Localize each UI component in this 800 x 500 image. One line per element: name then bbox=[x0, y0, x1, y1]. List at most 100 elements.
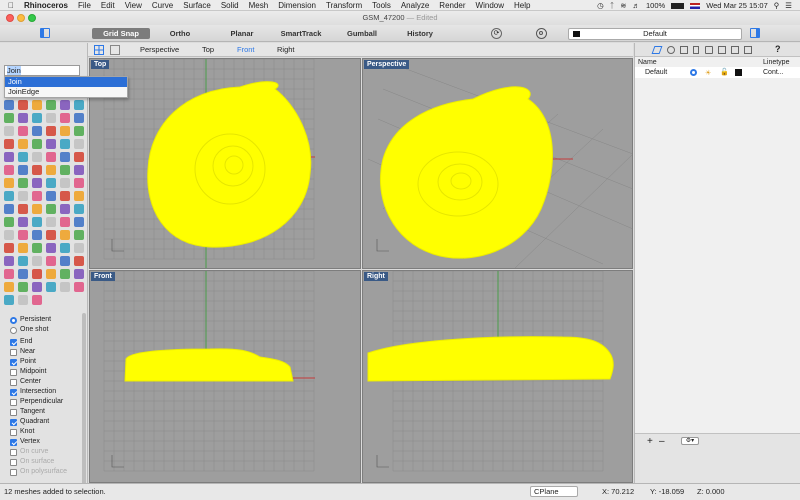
notification-center-icon[interactable]: ☰ bbox=[785, 1, 792, 10]
tool-button-icon[interactable] bbox=[60, 256, 70, 266]
viewport-top[interactable]: Top bbox=[89, 58, 361, 269]
tool-button-icon[interactable] bbox=[32, 126, 42, 136]
tool-button-icon[interactable] bbox=[4, 295, 14, 305]
display-icon[interactable] bbox=[718, 46, 726, 54]
remove-layer-button[interactable]: – bbox=[659, 436, 665, 447]
toggle-right-sidebar-icon[interactable] bbox=[750, 28, 760, 38]
tool-button-icon[interactable] bbox=[74, 217, 84, 227]
tool-button-icon[interactable] bbox=[18, 243, 28, 253]
osnap-point[interactable]: Point bbox=[10, 357, 36, 367]
tool-button-icon[interactable] bbox=[32, 113, 42, 123]
tool-button-icon[interactable] bbox=[46, 100, 56, 110]
viewport-perspective[interactable]: Perspective bbox=[362, 58, 633, 269]
tool-button-icon[interactable] bbox=[32, 256, 42, 266]
viewport-label-top[interactable]: Top bbox=[91, 60, 110, 69]
osnap-checkbox[interactable] bbox=[10, 448, 17, 456]
tool-button-icon[interactable] bbox=[46, 152, 56, 162]
tool-button-icon[interactable] bbox=[4, 139, 14, 149]
tool-button-icon[interactable] bbox=[60, 100, 70, 110]
camera-icon[interactable] bbox=[705, 46, 713, 54]
tool-button-icon[interactable] bbox=[32, 217, 42, 227]
tool-button-icon[interactable] bbox=[32, 230, 42, 240]
current-layer-radio-icon[interactable] bbox=[690, 69, 697, 76]
menu-curve[interactable]: Curve bbox=[152, 1, 173, 10]
osnap-persistent[interactable]: Persistent bbox=[10, 315, 51, 325]
osnap-scrollbar[interactable] bbox=[82, 313, 86, 493]
tool-button-icon[interactable] bbox=[46, 178, 56, 188]
target-icon[interactable] bbox=[536, 28, 547, 39]
viewport-label-right[interactable]: Right bbox=[364, 272, 388, 281]
tool-button-icon[interactable] bbox=[32, 152, 42, 162]
tool-button-icon[interactable] bbox=[46, 217, 56, 227]
command-input[interactable]: Join bbox=[4, 65, 80, 76]
layer-row-default[interactable]: Default ☀ 🔓 Cont... bbox=[635, 67, 800, 78]
tool-button-icon[interactable] bbox=[18, 217, 28, 227]
objects-icon[interactable] bbox=[667, 46, 675, 54]
app-menu[interactable]: Rhinoceros bbox=[24, 1, 68, 10]
tool-button-icon[interactable] bbox=[32, 100, 42, 110]
menu-analyze[interactable]: Analyze bbox=[401, 1, 429, 10]
tool-button-icon[interactable] bbox=[18, 295, 28, 305]
current-layer-selector[interactable]: Default bbox=[568, 28, 742, 40]
tool-button-icon[interactable] bbox=[32, 204, 42, 214]
tool-button-icon[interactable] bbox=[74, 282, 84, 292]
menu-help[interactable]: Help bbox=[514, 1, 530, 10]
tool-button-icon[interactable] bbox=[4, 256, 14, 266]
zoom-window-button[interactable] bbox=[28, 14, 36, 22]
lightbulb-icon[interactable]: ☀ bbox=[705, 68, 711, 79]
layer-color-icon[interactable] bbox=[735, 69, 742, 76]
tool-button-icon[interactable] bbox=[60, 152, 70, 162]
volume-icon[interactable]: ♬ bbox=[633, 1, 641, 10]
tool-button-icon[interactable] bbox=[18, 126, 28, 136]
bluetooth-icon[interactable]: ᛏ bbox=[610, 1, 615, 10]
osnap-on-surface[interactable]: On surface bbox=[10, 457, 54, 467]
tool-button-icon[interactable] bbox=[60, 204, 70, 214]
tool-button-icon[interactable] bbox=[18, 269, 28, 279]
osnap-checkbox[interactable] bbox=[10, 348, 17, 356]
tool-button-icon[interactable] bbox=[18, 152, 28, 162]
menu-mesh[interactable]: Mesh bbox=[249, 1, 269, 10]
tool-button-icon[interactable] bbox=[74, 178, 84, 188]
tool-button-icon[interactable] bbox=[60, 113, 70, 123]
tab-right[interactable]: Right bbox=[277, 45, 295, 55]
osnap-checkbox[interactable] bbox=[10, 438, 17, 446]
layers-icon[interactable] bbox=[651, 46, 663, 54]
menu-file[interactable]: File bbox=[78, 1, 91, 10]
tool-button-icon[interactable] bbox=[74, 204, 84, 214]
tool-button-icon[interactable] bbox=[74, 152, 84, 162]
osnap-checkbox[interactable] bbox=[10, 338, 17, 346]
layer-linetype[interactable]: Cont... bbox=[763, 67, 784, 78]
tool-button-icon[interactable] bbox=[4, 113, 14, 123]
tool-button-icon[interactable] bbox=[4, 126, 14, 136]
document-icon[interactable] bbox=[693, 46, 699, 54]
clock[interactable]: Wed Mar 25 15:07 bbox=[706, 1, 768, 10]
menu-edit[interactable]: Edit bbox=[101, 1, 115, 10]
tool-button-icon[interactable] bbox=[4, 230, 14, 240]
tool-button-icon[interactable] bbox=[74, 165, 84, 175]
tool-button-icon[interactable] bbox=[46, 269, 56, 279]
suggestion-joinedge[interactable]: JoinEdge bbox=[5, 87, 127, 97]
tool-button-icon[interactable] bbox=[4, 165, 14, 175]
lock-icon[interactable]: 🔓 bbox=[720, 67, 729, 78]
tool-button-icon[interactable] bbox=[18, 256, 28, 266]
toggle-left-sidebar-icon[interactable] bbox=[40, 28, 50, 38]
tool-button-icon[interactable] bbox=[18, 165, 28, 175]
tool-button-icon[interactable] bbox=[18, 100, 28, 110]
tool-button-icon[interactable] bbox=[18, 204, 28, 214]
osnap-checkbox[interactable] bbox=[10, 458, 17, 466]
tool-button-icon[interactable] bbox=[46, 204, 56, 214]
tool-button-icon[interactable] bbox=[60, 243, 70, 253]
tool-button-icon[interactable] bbox=[4, 152, 14, 162]
tool-button-icon[interactable] bbox=[4, 204, 14, 214]
osnap-checkbox[interactable] bbox=[10, 418, 17, 426]
col-linetype[interactable]: Linetype bbox=[763, 58, 789, 67]
flag-icon[interactable] bbox=[690, 2, 701, 9]
record-history-icon[interactable]: ⟳ bbox=[491, 28, 502, 39]
osnap-quadrant[interactable]: Quadrant bbox=[10, 417, 49, 427]
cplane-selector[interactable]: CPlane bbox=[530, 486, 578, 497]
tool-button-icon[interactable] bbox=[46, 256, 56, 266]
apple-menu-icon[interactable]:  bbox=[8, 1, 14, 10]
tool-button-icon[interactable] bbox=[74, 256, 84, 266]
tool-button-icon[interactable] bbox=[46, 113, 56, 123]
tool-button-icon[interactable] bbox=[60, 191, 70, 201]
